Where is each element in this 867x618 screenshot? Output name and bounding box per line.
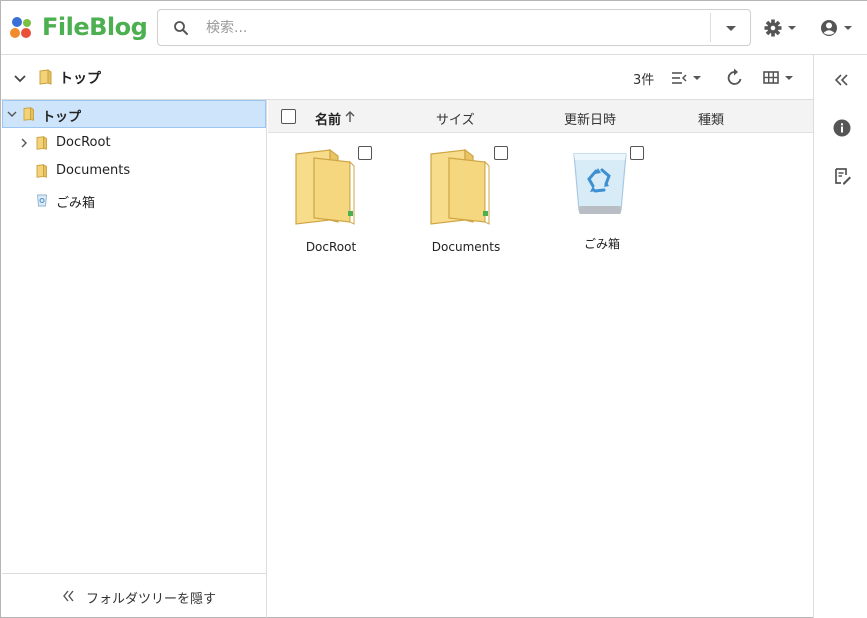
file-tile-documents[interactable]: Documents bbox=[411, 146, 521, 266]
hide-folder-tree-button[interactable]: フォルダツリーを隠す bbox=[2, 573, 266, 618]
hide-folder-tree-label: フォルダツリーを隠す bbox=[86, 592, 217, 607]
tree-item-label: トップ bbox=[42, 110, 82, 125]
refresh-icon[interactable] bbox=[723, 66, 747, 90]
grid-view-icon[interactable] bbox=[761, 67, 799, 89]
logo-mark-icon bbox=[10, 14, 36, 40]
file-name: DocRoot bbox=[305, 240, 357, 254]
recycle-bin-icon bbox=[573, 153, 627, 214]
item-checkbox[interactable] bbox=[630, 146, 644, 160]
search-box bbox=[157, 9, 751, 46]
logo-text: FileBlog bbox=[42, 13, 148, 41]
search-icon bbox=[174, 21, 188, 35]
app-header: FileBlog bbox=[1, 1, 867, 55]
chevron-right-icon[interactable] bbox=[18, 137, 30, 149]
column-header: 名前 サイズ 更新日時 種類 bbox=[268, 100, 813, 133]
file-view: 名前 サイズ 更新日時 種類 DocRoot Documents ごみ箱 bbox=[268, 100, 813, 618]
app-logo[interactable]: FileBlog bbox=[10, 10, 148, 44]
search-divider bbox=[710, 13, 711, 42]
gear-icon[interactable] bbox=[761, 15, 801, 41]
item-checkbox[interactable] bbox=[358, 146, 372, 160]
folder-tree: トップ DocRoot Documents ごみ箱 フォルダツリーを隠す bbox=[2, 100, 267, 618]
tree-item-docroot[interactable]: DocRoot bbox=[2, 129, 266, 157]
file-name: Documents bbox=[431, 240, 501, 254]
double-chevron-left-icon[interactable] bbox=[831, 69, 853, 91]
column-type[interactable]: 種類 bbox=[698, 109, 724, 128]
tree-item-label: DocRoot bbox=[56, 135, 111, 150]
search-options-dropdown-icon[interactable] bbox=[716, 16, 746, 40]
file-tile-trash[interactable]: ごみ箱 bbox=[547, 146, 657, 266]
edit-note-icon[interactable] bbox=[831, 165, 853, 187]
chevron-down-icon[interactable] bbox=[11, 69, 29, 87]
tree-item-label: Documents bbox=[56, 163, 131, 178]
toolbar: トップ 3件 bbox=[1, 55, 813, 100]
file-name: ごみ箱 bbox=[583, 237, 620, 251]
account-circle-icon[interactable] bbox=[817, 15, 857, 41]
arrow-up-icon bbox=[345, 111, 355, 122]
breadcrumb-current-folder: トップ bbox=[59, 71, 101, 87]
right-side-rail bbox=[813, 55, 867, 618]
double-chevron-left-icon bbox=[63, 590, 74, 602]
tree-item-documents[interactable]: Documents bbox=[2, 157, 266, 185]
select-all-checkbox[interactable] bbox=[281, 109, 296, 124]
tree-item-top[interactable]: トップ bbox=[2, 100, 266, 128]
chevron-down-icon[interactable] bbox=[6, 108, 18, 120]
folder-icon bbox=[39, 69, 52, 85]
item-count: 3件 bbox=[633, 73, 655, 88]
column-size[interactable]: サイズ bbox=[436, 109, 475, 128]
folder-icon bbox=[23, 107, 34, 121]
item-checkbox[interactable] bbox=[494, 146, 508, 160]
folder-icon bbox=[295, 148, 355, 225]
column-name[interactable]: 名前 bbox=[315, 109, 341, 128]
folder-icon bbox=[36, 164, 47, 178]
tree-item-trash[interactable]: ごみ箱 bbox=[2, 186, 266, 214]
file-tile-docroot[interactable]: DocRoot bbox=[276, 146, 386, 266]
folder-icon bbox=[430, 148, 490, 225]
sort-menu-icon[interactable] bbox=[669, 67, 707, 89]
recycle-bin-icon bbox=[37, 194, 47, 207]
info-icon[interactable] bbox=[831, 117, 853, 139]
app-window: FileBlog 検索... トップ 3件 トップ DocRoot Docume… bbox=[0, 0, 867, 618]
folder-icon bbox=[36, 136, 47, 150]
column-modified[interactable]: 更新日時 bbox=[564, 109, 616, 128]
search-input[interactable] bbox=[206, 16, 706, 40]
tree-item-label: ごみ箱 bbox=[56, 196, 96, 211]
